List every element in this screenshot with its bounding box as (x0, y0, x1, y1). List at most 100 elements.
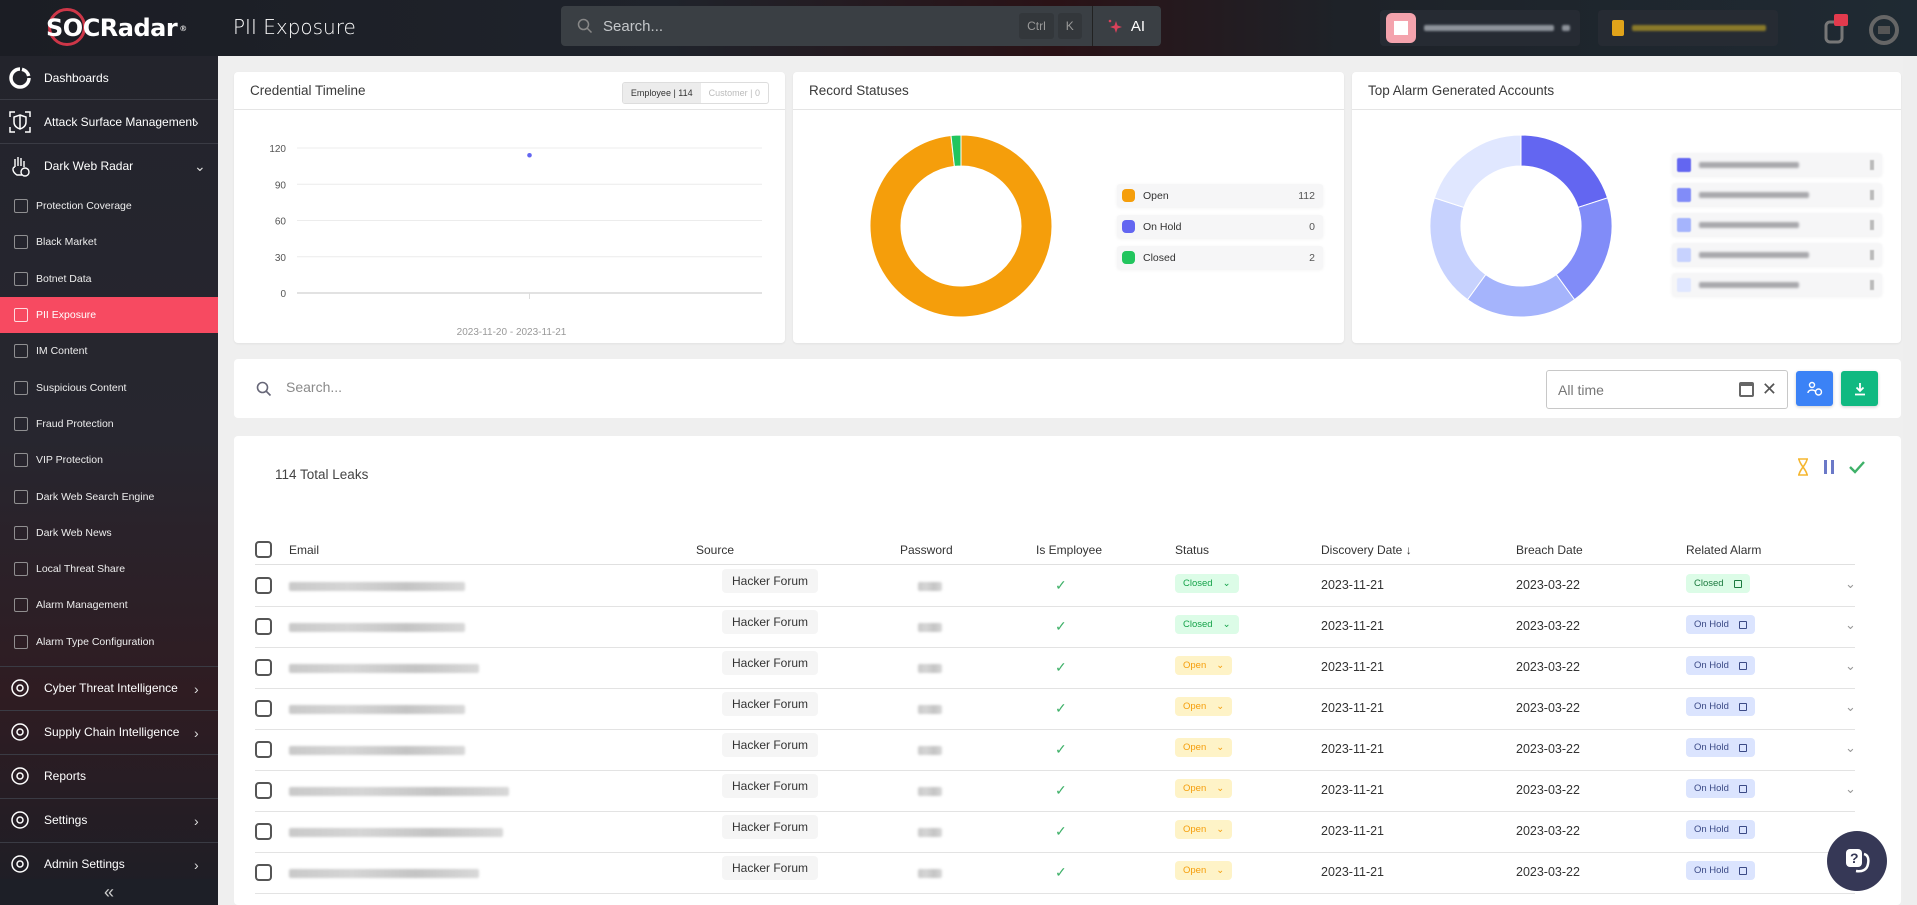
expand-row-chevron-icon[interactable]: ⌄ (1845, 781, 1856, 796)
download-button[interactable] (1841, 371, 1878, 406)
column-header-password[interactable]: Password (900, 543, 953, 557)
calendar-icon[interactable] (1738, 382, 1754, 397)
sidebar-item-reports[interactable]: Reports (0, 755, 218, 799)
status-dropdown[interactable]: Closed ⌄ (1175, 615, 1239, 634)
table-row[interactable]: Hacker Forum ✓ Open ⌄ 2023-11-21 2023-03-… (255, 771, 1856, 812)
legend-item-on-hold[interactable]: On Hold 0 (1117, 215, 1323, 238)
row-checkbox[interactable] (255, 659, 272, 676)
row-checkbox[interactable] (255, 864, 272, 881)
column-header-related-alarm[interactable]: Related Alarm (1686, 543, 1761, 557)
donut-slice-account-1-redacted-[interactable] (1520, 134, 1609, 209)
row-checkbox[interactable] (255, 618, 272, 635)
column-header-breach-date[interactable]: Breach Date (1516, 543, 1583, 557)
column-header-source[interactable]: Source (696, 543, 734, 557)
check-icon[interactable] (1849, 460, 1865, 474)
sidebar-item-im-content[interactable]: IM Content (0, 333, 218, 369)
sidebar-item-fraud-protection[interactable]: Fraud Protection (0, 406, 218, 442)
leaks-search-input[interactable] (286, 379, 1186, 395)
sidebar-item-protection-coverage[interactable]: Protection Coverage (0, 188, 218, 224)
legend-item-account[interactable] (1672, 243, 1882, 266)
row-checkbox[interactable] (255, 577, 272, 594)
sidebar-item-alarm-type-configuration[interactable]: Alarm Type Configuration (0, 624, 218, 660)
row-checkbox[interactable] (255, 700, 272, 717)
related-alarm-link[interactable]: On Hold (1686, 861, 1755, 880)
legend-item-closed[interactable]: Closed 2 (1117, 246, 1323, 269)
sidebar-item-supply-chain-intelligence[interactable]: Supply Chain Intelligence › (0, 711, 218, 755)
legend-item-account[interactable] (1672, 213, 1882, 236)
column-header-status[interactable]: Status (1175, 543, 1209, 557)
legend-item-open[interactable]: Open 112 (1117, 184, 1323, 207)
column-header-discovery-date[interactable]: Discovery Date ↓ (1321, 543, 1412, 557)
page-scrollbar[interactable] (1903, 56, 1917, 905)
user-menu[interactable] (1380, 10, 1580, 46)
sidebar-item-dashboards[interactable]: Dashboards (0, 56, 218, 100)
donut-slice-account-5-redacted-[interactable] (1433, 134, 1522, 209)
legend-item-account[interactable] (1672, 183, 1882, 206)
clear-date-icon[interactable]: ✕ (1762, 379, 1777, 400)
table-row[interactable]: Hacker Forum ✓ Open ⌄ 2023-11-21 2023-03-… (255, 730, 1856, 771)
status-dropdown[interactable]: Open ⌄ (1175, 820, 1233, 839)
table-row[interactable]: Hacker Forum ✓ Closed ⌄ 2023-11-21 2023-0… (255, 607, 1856, 648)
sidebar-item-cyber-threat-intelligence[interactable]: Cyber Threat Intelligence › (0, 667, 218, 711)
related-alarm-link[interactable]: Closed (1686, 574, 1750, 593)
data-point-employee[interactable] (527, 152, 532, 158)
row-checkbox[interactable] (255, 741, 272, 758)
ai-button[interactable]: AI (1091, 6, 1161, 46)
sidebar-item-pii-exposure[interactable]: PII Exposure (0, 296, 218, 334)
socradar-logo[interactable]: SOCRadar ® (46, 8, 187, 46)
status-dropdown[interactable]: Closed ⌄ (1175, 574, 1239, 593)
legend-item-account[interactable] (1672, 153, 1882, 176)
help-chat-button[interactable]: ? (1827, 831, 1887, 891)
status-dropdown[interactable]: Open ⌄ (1175, 738, 1233, 757)
sidebar-item-local-threat-share[interactable]: Local Threat Share (0, 551, 218, 587)
sidebar-item-dark-web-search-engine[interactable]: Dark Web Search Engine (0, 478, 218, 514)
related-alarm-link[interactable]: On Hold (1686, 820, 1755, 839)
table-row[interactable]: Hacker Forum ✓ Open ⌄ 2023-11-21 2023-03-… (255, 812, 1855, 853)
column-header-email[interactable]: Email (289, 543, 319, 557)
status-dropdown[interactable]: Open ⌄ (1175, 656, 1233, 675)
row-checkbox[interactable] (255, 782, 272, 799)
sidebar-item-alarm-management[interactable]: Alarm Management (0, 587, 218, 623)
sidebar-item-dark-web-radar[interactable]: Dark Web Radar ⌄ (0, 144, 218, 188)
company-selector[interactable] (1598, 10, 1778, 46)
table-row[interactable]: Hacker Forum ✓ Closed ⌄ 2023-11-21 2023-0… (255, 566, 1856, 607)
pause-icon[interactable] (1823, 460, 1835, 474)
table-row[interactable]: Hacker Forum ✓ Open ⌄ 2023-11-21 2023-03-… (255, 648, 1856, 689)
related-alarm-link[interactable]: On Hold (1686, 697, 1755, 716)
notifications-button[interactable] (1822, 14, 1850, 46)
sidebar-item-vip-protection[interactable]: VIP Protection (0, 442, 218, 478)
status-dropdown[interactable]: Open ⌄ (1175, 697, 1233, 716)
collapse-sidebar-button[interactable]: « (0, 879, 218, 905)
sidebar-item-attack-surface-management[interactable]: Attack Surface Management › (0, 100, 218, 144)
expand-row-chevron-icon[interactable]: ⌄ (1845, 658, 1856, 673)
expand-row-chevron-icon[interactable]: ⌄ (1845, 699, 1856, 714)
global-search[interactable]: Ctrl K AI (561, 6, 1161, 46)
support-button[interactable] (1868, 14, 1900, 46)
toggle-employee[interactable]: Employee | 114 (622, 83, 701, 103)
donut-slice-account-3-redacted-[interactable] (1466, 273, 1576, 318)
sidebar-item-dark-web-news[interactable]: Dark Web News (0, 515, 218, 551)
related-alarm-link[interactable]: On Hold (1686, 779, 1755, 798)
row-checkbox[interactable] (255, 823, 272, 840)
expand-row-chevron-icon[interactable]: ⌄ (1845, 740, 1856, 755)
expand-row-chevron-icon[interactable]: ⌄ (1845, 617, 1856, 632)
related-alarm-link[interactable]: On Hold (1686, 656, 1755, 675)
related-alarm-link[interactable]: On Hold (1686, 738, 1755, 757)
expand-row-chevron-icon[interactable]: ⌄ (1845, 576, 1856, 591)
sidebar-item-botnet-data[interactable]: Botnet Data (0, 261, 218, 297)
sidebar-item-black-market[interactable]: Black Market (0, 224, 218, 260)
hourglass-icon[interactable] (1797, 458, 1809, 476)
select-all-checkbox[interactable] (255, 541, 272, 558)
donut-slice-account-2-redacted-[interactable] (1555, 197, 1613, 301)
table-row[interactable]: Hacker Forum ✓ Open ⌄ 2023-11-21 2023-03-… (255, 853, 1855, 894)
global-search-input[interactable] (603, 17, 1020, 35)
related-alarm-link[interactable]: On Hold (1686, 615, 1755, 634)
status-dropdown[interactable]: Open ⌄ (1175, 861, 1233, 880)
date-range-picker[interactable]: All time ✕ (1546, 370, 1788, 409)
toggle-customer[interactable]: Customer | 0 (701, 83, 768, 103)
column-header-is-employee[interactable]: Is Employee (1036, 543, 1102, 557)
legend-item-account[interactable] (1672, 273, 1882, 296)
sidebar-item-settings[interactable]: Settings › (0, 799, 218, 843)
assign-user-button[interactable] (1796, 371, 1833, 406)
sidebar-item-suspicious-content[interactable]: Suspicious Content (0, 369, 218, 405)
